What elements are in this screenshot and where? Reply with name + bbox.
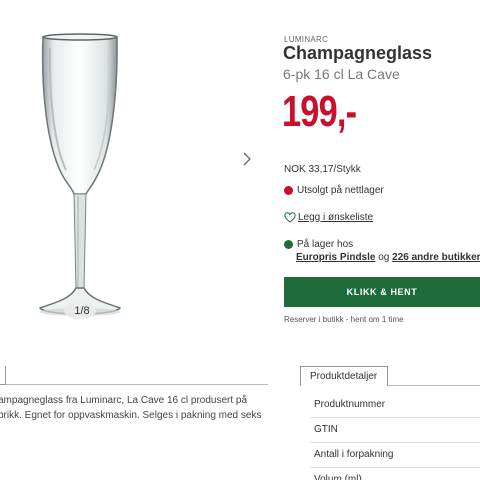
description-tab[interactable]: [0, 366, 6, 385]
chevron-right-icon[interactable]: [240, 150, 254, 168]
champagne-glass-image: [38, 33, 122, 319]
wishlist-row[interactable]: Legg i ønskeliste: [284, 210, 373, 224]
status-dot-icon: [284, 239, 293, 249]
description-line: brikk. Egnet for oppvaskmaskin. Selges i…: [0, 410, 262, 421]
store-status-text: På lager hos: [297, 238, 354, 250]
detail-row-product-number: Produktnummer: [310, 393, 480, 418]
description-divider: [6, 384, 268, 385]
detail-row-package-count: Antall i forpakning: [310, 443, 480, 468]
product-price: 199,-: [282, 87, 357, 136]
status-dot-icon: [284, 185, 293, 195]
add-to-wishlist-link[interactable]: Legg i ønskeliste: [298, 212, 373, 223]
detail-row-volume: Volum (ml): [310, 468, 480, 480]
store-availability-line: Europris Pindsle og 226 andre butikker: [296, 252, 480, 263]
product-title: Champagneglass: [283, 43, 433, 63]
other-stores-link[interactable]: 226 andre butikker: [392, 252, 480, 263]
reserve-note: Reserver i butikk - hent om 1 time: [284, 315, 404, 324]
product-description: ampagneglass fra Luminarc, La Cave 16 cl…: [0, 393, 268, 423]
description-line: ampagneglass fra Luminarc, La Cave 16 cl…: [0, 395, 248, 406]
online-stock-status: Utsolgt på nettlager: [284, 183, 384, 197]
store-name-link[interactable]: Europris Pindsle: [296, 252, 375, 263]
unit-price: NOK 33,17/Stykk: [284, 164, 361, 175]
details-divider: [388, 385, 480, 386]
store-stock-status: På lager hos: [284, 237, 353, 251]
tab-product-details[interactable]: Produktdetaljer: [300, 366, 388, 386]
image-counter: 1/8: [74, 305, 90, 317]
click-and-collect-button[interactable]: KLIKK & HENT: [284, 277, 480, 307]
product-subtitle: 6-pk 16 cl La Cave: [283, 66, 400, 82]
store-connector: og: [378, 252, 390, 263]
product-image-gallery: 1/8: [0, 0, 270, 340]
online-status-text: Utsolgt på nettlager: [297, 184, 384, 196]
heart-icon: [284, 211, 296, 223]
detail-row-gtin: GTIN: [310, 418, 480, 443]
